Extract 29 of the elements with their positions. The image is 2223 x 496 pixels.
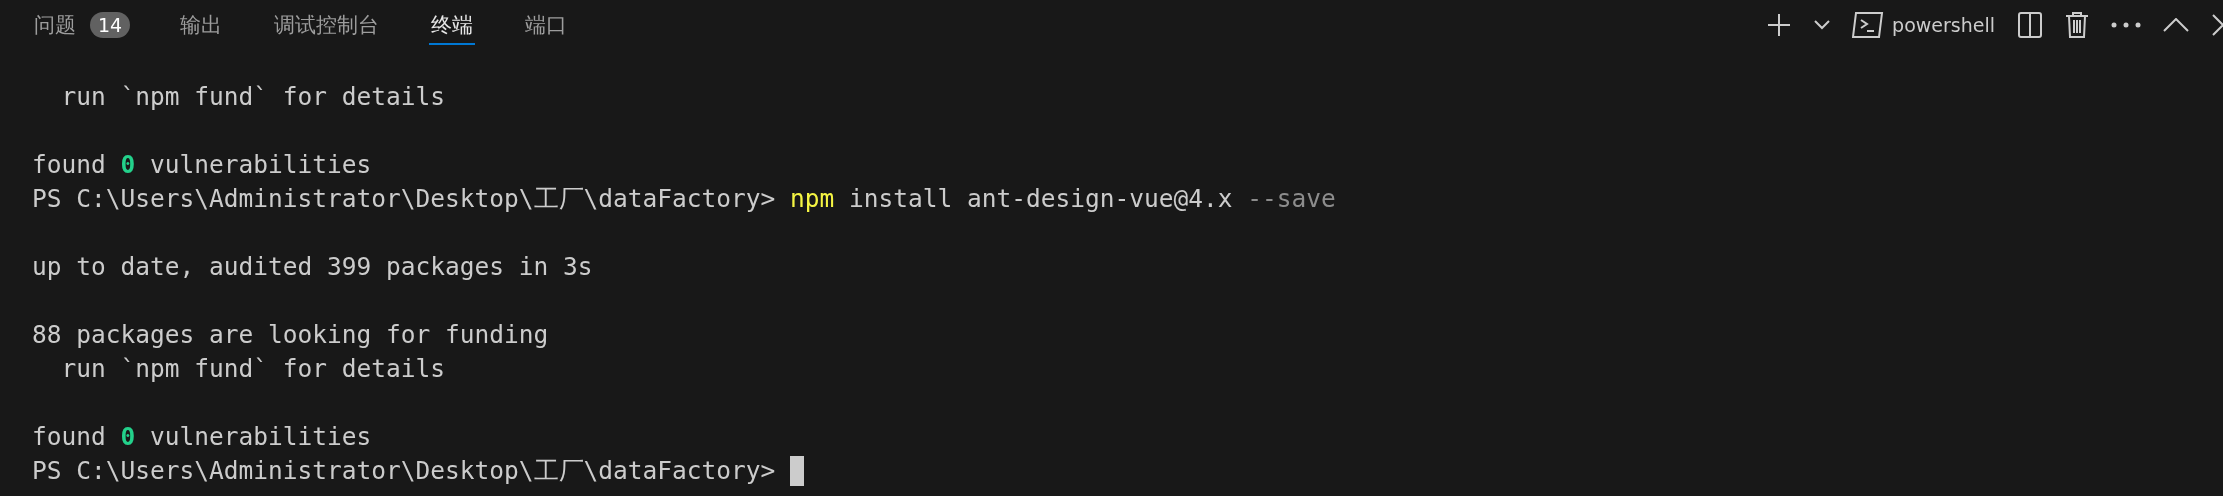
output-text: found: [32, 421, 107, 453]
output-text: 88 packages are looking for funding: [32, 319, 549, 351]
panel-tab[interactable]: 输出: [178, 7, 225, 45]
output-text: install ant-design-vue@4.x: [848, 183, 1234, 215]
output-text: vulnerabilities: [149, 421, 372, 453]
output-text: run `npm fund` for details: [60, 81, 445, 113]
trash-icon[interactable]: [2065, 12, 2089, 38]
terminal-selector[interactable]: powershell: [1852, 11, 1995, 39]
output-text: PS C:\Users\Administrator\Desktop\工厂\dataFactory>: [32, 183, 777, 215]
panel-tab[interactable]: 问题: [32, 7, 78, 45]
output-text: up to date, audited 399 packages in 3s: [32, 251, 593, 283]
terminal-icon: [1852, 11, 1885, 39]
flag-text: --save: [1247, 183, 1336, 215]
split-icon[interactable]: [2017, 12, 2043, 38]
chevron-up-icon[interactable]: [2163, 18, 2189, 32]
panel-tab[interactable]: 终端: [429, 7, 476, 45]
panel-tab[interactable]: 调试控制台: [272, 7, 382, 45]
count-text: 0: [120, 421, 136, 453]
output-text: PS C:\Users\Administrator\Desktop\工厂\dataFactory>: [32, 455, 777, 487]
count-text: 0: [120, 149, 136, 181]
add-icon[interactable]: [1766, 12, 1793, 38]
output-text: run `npm fund` for details: [60, 353, 445, 385]
chevron-down-icon[interactable]: [1814, 20, 1831, 30]
count-badge: 14: [90, 12, 131, 38]
more-icon[interactable]: [2111, 22, 2141, 28]
output-text: vulnerabilities: [149, 149, 372, 181]
output-text: found: [32, 149, 107, 181]
command-text: npm: [790, 183, 835, 215]
panel-tab[interactable]: 端口: [523, 7, 570, 45]
